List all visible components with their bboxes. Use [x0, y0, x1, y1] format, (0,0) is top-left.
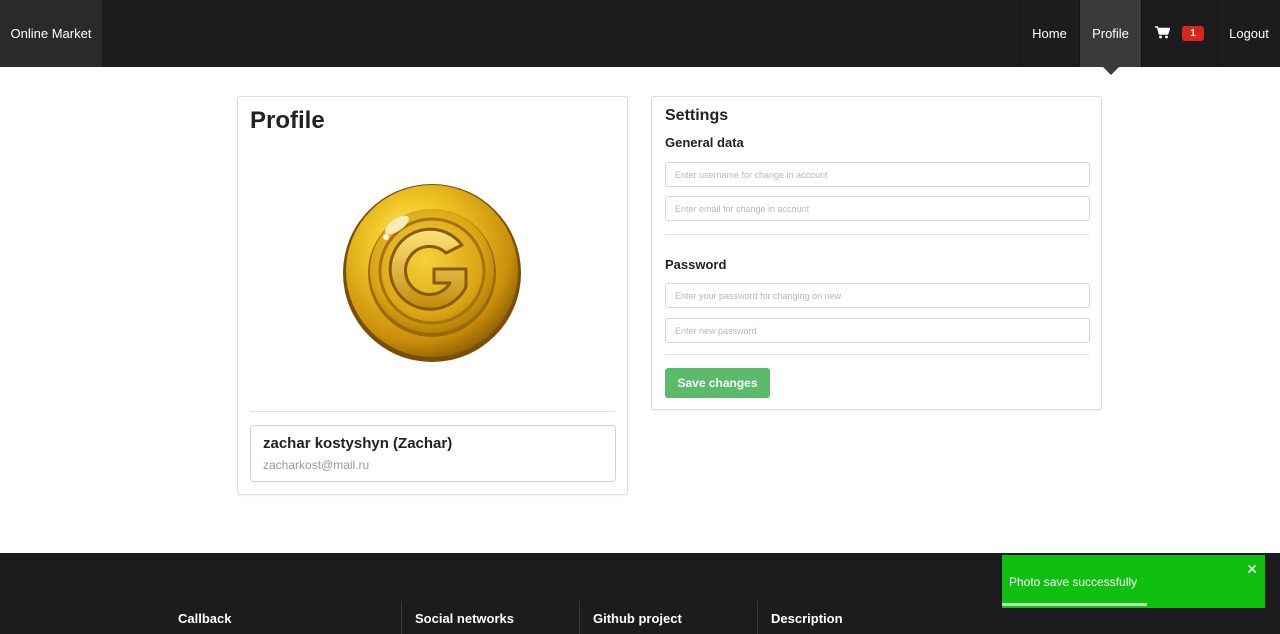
nav-cart-link[interactable]: 1 [1141, 0, 1217, 67]
new-password-input[interactable] [665, 318, 1090, 343]
profile-title: Profile [250, 107, 325, 134]
gold-coin-icon [343, 184, 521, 362]
general-divider [665, 234, 1090, 235]
profile-divider [250, 411, 615, 412]
brand-link[interactable]: Online Market [0, 0, 102, 67]
top-navbar: Online Market Home Profile 1 Logout [0, 0, 1280, 75]
password-label: Password [665, 257, 727, 272]
current-password-input[interactable] [665, 283, 1090, 308]
footer-github-heading: Github project [579, 601, 682, 634]
cart-count-badge: 1 [1182, 26, 1204, 41]
username-input[interactable] [665, 162, 1090, 187]
nav-home-link[interactable]: Home [1019, 0, 1079, 67]
footer-callback-heading: Callback [178, 611, 232, 626]
nav-logout-link[interactable]: Logout [1217, 0, 1280, 67]
nav-profile-link[interactable]: Profile [1079, 0, 1141, 75]
password-divider [665, 354, 1090, 355]
settings-card: Settings General data Password Save chan… [651, 96, 1102, 410]
close-icon[interactable]: ✕ [1246, 562, 1258, 576]
general-data-label: General data [665, 135, 744, 150]
nav-menu: Home Profile 1 Logout [1019, 0, 1280, 75]
user-email: zacharkost@mail.ru [263, 458, 370, 472]
email-input[interactable] [665, 196, 1090, 221]
footer-description-heading: Description [757, 601, 843, 634]
success-toast: Photo save successfully ✕ [1002, 555, 1265, 608]
footer-social-heading: Social networks [401, 601, 514, 634]
profile-card: Profile zachar kostyshyn (Zachar) zachar… [237, 96, 628, 495]
cart-icon [1155, 25, 1171, 42]
user-full-name: zachar kostyshyn (Zachar) [263, 435, 453, 452]
save-changes-button[interactable]: Save changes [665, 368, 770, 398]
avatar[interactable] [342, 183, 522, 363]
user-info-box: zachar kostyshyn (Zachar) zacharkost@mai… [250, 425, 616, 482]
toast-progress-bar [1002, 603, 1147, 606]
toast-message: Photo save successfully [1009, 575, 1138, 589]
settings-title: Settings [665, 107, 729, 124]
